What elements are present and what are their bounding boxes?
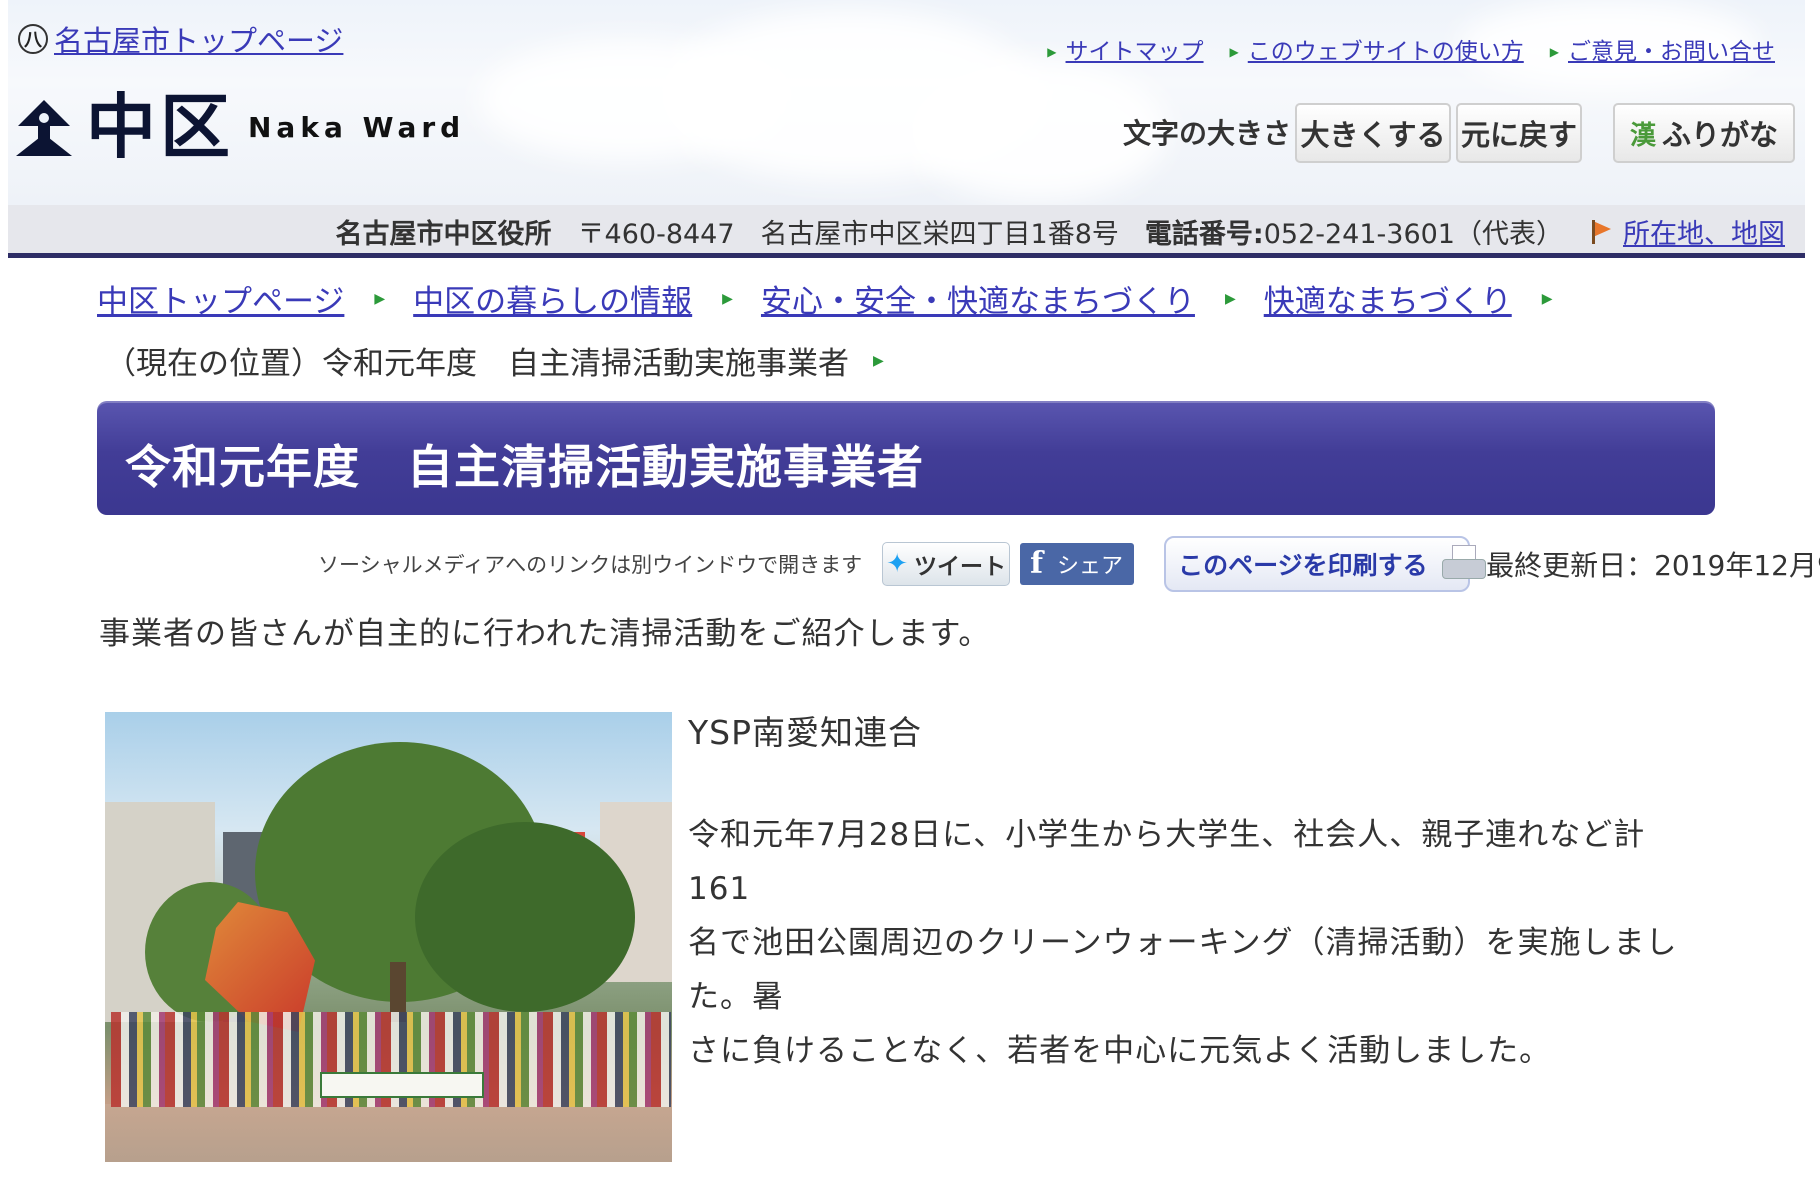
logo-english: Naka Ward xyxy=(248,110,466,144)
page-title: 令和元年度 自主清掃活動実施事業者 xyxy=(125,440,924,494)
nagoya-emblem-icon: 八 xyxy=(18,24,48,54)
font-size-label: 文字の大きさ xyxy=(1123,117,1292,150)
printer-icon xyxy=(1441,545,1486,583)
organization-name: YSP南愛知連合 xyxy=(688,713,923,752)
social-toolbar: ソーシャルメディアへのリンクは別ウインドウで開きます ✦ ツイート f シェア … xyxy=(318,536,1820,592)
last-updated-date: 最終更新日：2019年12月9日 xyxy=(1486,549,1820,582)
street-address: 名古屋市中区栄四丁目1番8号 xyxy=(760,219,1119,250)
report-line: 令和元年7月28日に、小学生から大学生、社会人、親子連れなど計161 xyxy=(688,817,1646,907)
breadcrumb-arrow-icon: ▶ xyxy=(722,290,733,307)
breadcrumb-link-safety[interactable]: 安心・安全・快適なまちづくり xyxy=(761,276,1195,321)
utility-links: サイトマップ このウェブサイトの使い方 ご意見・お問い合せ xyxy=(1047,32,1775,66)
furigana-icon: 漢 xyxy=(1629,120,1656,151)
office-name: 名古屋市中区役所 xyxy=(335,219,552,250)
nagoya-top-link[interactable]: 八 名古屋市トップページ xyxy=(18,18,343,60)
print-label: このページを印刷する xyxy=(1178,551,1428,580)
breadcrumb-link-naka-top[interactable]: 中区トップページ xyxy=(97,276,344,321)
how-to-use-link[interactable]: このウェブサイトの使い方 xyxy=(1230,32,1524,66)
font-larger-button[interactable]: 大きくする xyxy=(1295,103,1451,163)
furigana-label: ふりがな xyxy=(1662,118,1779,152)
print-page-button[interactable]: このページを印刷する xyxy=(1164,536,1486,592)
page-title-bar: 令和元年度 自主清掃活動実施事業者 xyxy=(97,401,1715,515)
breadcrumb-arrow-icon: ▶ xyxy=(873,352,884,369)
ward-emblem-icon xyxy=(16,100,72,156)
tweet-label: ツイート xyxy=(914,554,1006,580)
furigana-button[interactable]: 漢 ふりがな xyxy=(1613,103,1795,163)
facebook-icon: f xyxy=(1030,546,1044,581)
contact-link[interactable]: ご意見・お問い合せ xyxy=(1550,32,1775,66)
activity-report: 令和元年7月28日に、小学生から大学生、社会人、親子連れなど計161 名で池田公… xyxy=(688,808,1688,1078)
social-media-note: ソーシャルメディアへのリンクは別ウインドウで開きます xyxy=(318,553,863,577)
share-label: シェア xyxy=(1057,554,1124,579)
breadcrumb-arrow-icon: ▶ xyxy=(374,290,386,307)
logo-kanji: 中区 xyxy=(86,86,234,168)
breadcrumb: 中区トップページ ▶ 中区の暮らしの情報 ▶ 安心・安全・快適なまちづくり ▶ … xyxy=(97,276,1581,321)
breadcrumb-link-comfortable-town[interactable]: 快適なまちづくり xyxy=(1264,276,1512,321)
phone-label: 電話番号: xyxy=(1144,219,1264,250)
naka-ward-logo[interactable]: 中区 Naka Ward xyxy=(12,92,465,162)
font-reset-button[interactable]: 元に戻す xyxy=(1456,103,1582,163)
report-line: さに負けることなく、若者を中心に元気よく活動しました。 xyxy=(688,1033,1552,1069)
breadcrumb-arrow-icon: ▶ xyxy=(1224,290,1236,307)
tweet-button[interactable]: ✦ ツイート xyxy=(882,542,1011,586)
sitemap-link[interactable]: サイトマップ xyxy=(1047,32,1204,66)
current-location-text: （現在の位置）令和元年度 自主清掃活動実施事業者 xyxy=(105,346,849,382)
postal-code: 〒460-8447 xyxy=(577,219,735,250)
cleanup-activity-photo xyxy=(105,712,672,1162)
breadcrumb-link-living-info[interactable]: 中区の暮らしの情報 xyxy=(413,276,692,321)
intro-text: 事業者の皆さんが自主的に行われた清掃活動をご紹介します。 xyxy=(99,616,991,652)
office-address: 名古屋市中区役所 〒460-8447 名古屋市中区栄四丁目1番8号 電話番号: … xyxy=(336,212,1785,251)
map-link[interactable]: 所在地、地図 xyxy=(1623,212,1785,251)
flag-icon xyxy=(1591,219,1613,245)
breadcrumb-arrow-icon: ▶ xyxy=(1541,290,1553,307)
report-line: 名で池田公園周辺のクリーンウォーキング（清掃活動）を実施しました。暑 xyxy=(688,925,1678,1015)
address-bar: 名古屋市中区役所 〒460-8447 名古屋市中区栄四丁目1番8号 電話番号: … xyxy=(8,205,1805,258)
breadcrumb-current: （現在の位置）令和元年度 自主清掃活動実施事業者 ▶ xyxy=(105,338,912,383)
twitter-bird-icon: ✦ xyxy=(886,549,908,579)
nagoya-top-link-text[interactable]: 名古屋市トップページ xyxy=(54,18,343,60)
phone-number: 052-241-3601（代表） xyxy=(1263,219,1563,250)
facebook-share-button[interactable]: f シェア xyxy=(1020,543,1135,585)
